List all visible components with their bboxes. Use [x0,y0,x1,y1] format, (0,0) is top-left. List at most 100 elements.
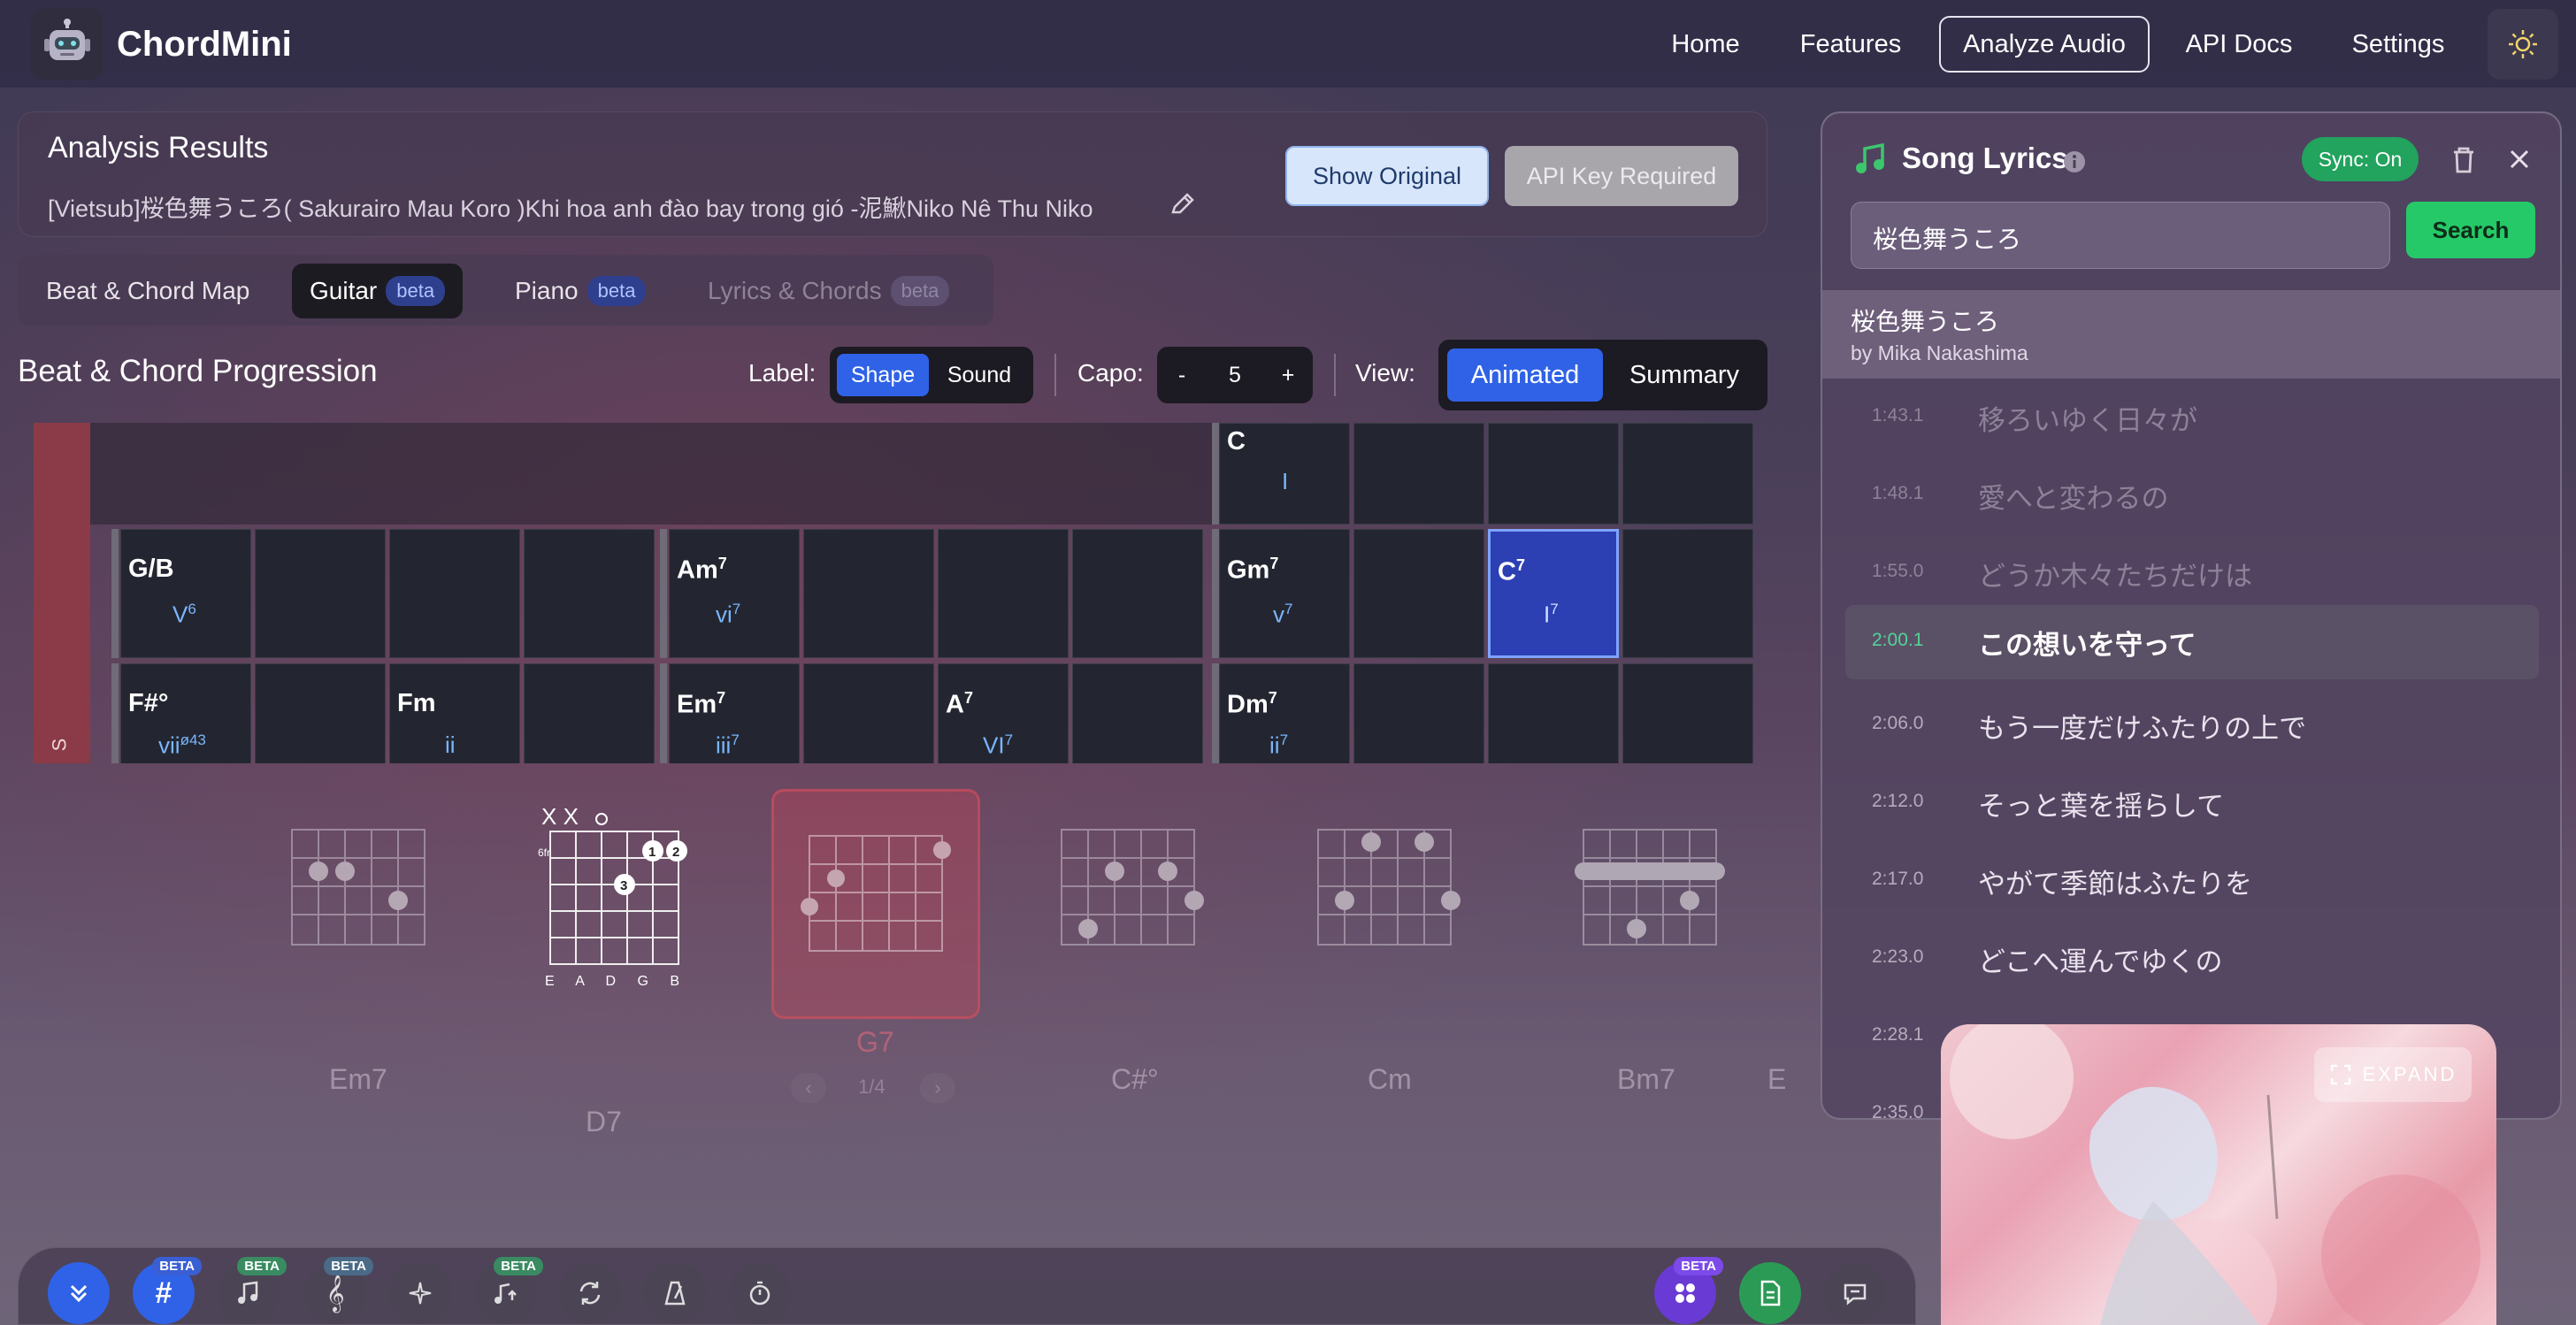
chord-diagram-g7-grid [801,835,951,952]
section-label: S [48,738,71,752]
current-chord-diagram-g7[interactable] [771,789,980,1019]
roman-numeral: iii7 [716,731,740,759]
apps-grid-icon[interactable]: BETA [1654,1257,1723,1324]
beat-cell[interactable] [255,663,386,763]
lyric-text: 移ろいゆく日々が [1978,405,2197,436]
capo-increase-button[interactable]: + [1267,354,1309,396]
info-icon[interactable] [2061,149,2088,175]
loop-refresh-icon[interactable] [559,1262,621,1324]
matched-song-item[interactable]: 桜色舞うころ by Mika Nakashima [1822,290,2560,379]
shape-button[interactable]: Shape [837,354,929,396]
beat-cell[interactable]: Fm ii [389,663,520,763]
nav-api-docs[interactable]: API Docs [2174,16,2304,73]
beat-cell[interactable] [938,529,1069,658]
label-toggle: Shape Sound [830,347,1033,403]
tab-beat-chord-map[interactable]: Beat & Chord Map [28,264,267,318]
pager-prev-button[interactable]: ‹ [791,1073,826,1103]
music-notes-icon[interactable]: BETA [218,1257,287,1324]
lyric-line[interactable]: 2:06.0 もう一度だけふたりの上で [1845,688,2539,762]
lyric-line[interactable]: 1:43.1 移ろいゆく日々が [1845,380,2539,455]
tab-piano[interactable]: Piano beta [497,264,663,318]
timer-icon[interactable] [729,1262,791,1324]
beat-cell[interactable] [803,663,934,763]
robot-logo-icon[interactable] [31,8,103,80]
current-beat-cell[interactable]: C7 I7 [1488,529,1619,658]
beat-cell[interactable] [1622,663,1753,763]
beta-badge: BETA [324,1257,373,1275]
beat-cell[interactable]: Am7 vi7 [669,529,800,658]
app-title[interactable]: ChordMini [117,25,292,65]
lyric-line[interactable]: 1:48.1 愛へと変わるの [1845,458,2539,532]
animated-button[interactable]: Animated [1447,348,1603,402]
lyrics-search-button[interactable]: Search [2406,202,2535,258]
lyric-time: 2:06.0 [1872,713,1924,733]
show-original-button[interactable]: Show Original [1285,146,1489,206]
nav-analyze-audio[interactable]: Analyze Audio [1939,16,2150,73]
nav-settings[interactable]: Settings [2335,16,2461,73]
beat-cell[interactable]: Gm7 v7 [1219,529,1350,658]
roman-numeral: I [1282,468,1289,494]
sync-toggle-button[interactable]: Sync: On [2302,137,2419,181]
beat-cell[interactable]: Dm7 ii7 [1219,663,1350,763]
current-lyric-line[interactable]: 2:00.1 この想いを守って [1845,605,2539,679]
beat-cell[interactable] [389,529,520,658]
beat-cell[interactable] [1622,529,1753,658]
capo-stepper: - 5 + [1157,347,1313,403]
roman-numeral: V6 [172,601,196,628]
lyric-line[interactable]: 1:55.0 どうか木々たちだけは [1845,536,2539,610]
chord-diagram-csharp-dim [1061,829,1204,946]
document-icon[interactable] [1739,1262,1801,1324]
beat-cell[interactable] [524,529,655,658]
sound-button[interactable]: Sound [932,354,1026,396]
lyric-line[interactable]: 2:12.0 そっと葉を揺らして [1845,766,2539,840]
close-icon[interactable] [2505,145,2534,173]
beat-cell[interactable] [1488,423,1619,525]
beat-chord-grid: S C I G/B V6 Am7 vi7 Gm7 v7 C7 I7 F#° vi… [34,423,1757,763]
beat-cell[interactable] [1488,663,1619,763]
beat-cell[interactable] [1353,663,1484,763]
sparkles-icon[interactable] [389,1262,451,1324]
api-key-required-button[interactable]: API Key Required [1505,146,1738,206]
tab-guitar[interactable]: Guitar beta [292,264,464,318]
trash-icon[interactable] [2449,143,2479,175]
chat-bubble-icon[interactable] [1824,1262,1886,1324]
capo-decrease-button[interactable]: - [1161,354,1203,396]
beat-cell[interactable]: Em7 iii7 [669,663,800,763]
beat-cell[interactable]: F#° viiø43 [120,663,251,763]
beat-cell[interactable] [1353,529,1484,658]
collapse-chevrons-icon[interactable] [48,1262,110,1324]
top-navigation-bar: ChordMini Home Features Analyze Audio AP… [0,0,2576,88]
beat-cell[interactable] [255,529,386,658]
expand-button[interactable]: EXPAND [2314,1047,2472,1102]
lyric-line[interactable]: 2:23.0 どこへ運んでゆくの [1845,922,2539,996]
beat-cell[interactable] [1072,529,1203,658]
pager-indicator: 1/4 [858,1076,886,1098]
nav-home[interactable]: Home [1656,16,1755,73]
lyrics-search-input[interactable]: 桜色舞うころ [1851,202,2390,269]
chord-hash-icon[interactable]: # BETA [133,1257,202,1324]
lyric-line[interactable]: 2:17.0 やがて季節はふたりを [1845,844,2539,918]
lyric-text: そっと葉を揺らして [1978,791,2225,822]
summary-button[interactable]: Summary [1608,348,1760,402]
analysis-title: Analysis Results [48,131,269,165]
video-player[interactable]: EXPAND [1941,1024,2496,1325]
mute-marks: X X [541,803,579,830]
metronome-icon[interactable] [644,1262,706,1324]
edit-pencil-icon[interactable] [1168,189,1198,219]
beat-cell[interactable] [1353,423,1484,525]
beat-cell[interactable] [524,663,655,763]
beat-cell[interactable]: C I [1219,423,1350,525]
treble-clef-icon[interactable]: 𝄞 BETA [304,1257,373,1324]
beat-cell[interactable]: G/B V6 [120,529,251,658]
tab-lyrics-chords[interactable]: Lyrics & Chords beta [690,264,967,318]
beat-cell[interactable] [803,529,934,658]
grid-empty-area [90,423,1246,525]
theme-toggle-sun-icon[interactable] [2488,9,2558,80]
music-upload-icon[interactable]: BETA [474,1257,543,1324]
beat-cell[interactable]: A7 VI7 [938,663,1069,763]
nav-features[interactable]: Features [1790,16,1911,73]
beat-cell[interactable] [1622,423,1753,525]
diagram-label: C#° [1111,1063,1159,1095]
pager-next-button[interactable]: › [920,1073,955,1103]
beat-cell[interactable] [1072,663,1203,763]
